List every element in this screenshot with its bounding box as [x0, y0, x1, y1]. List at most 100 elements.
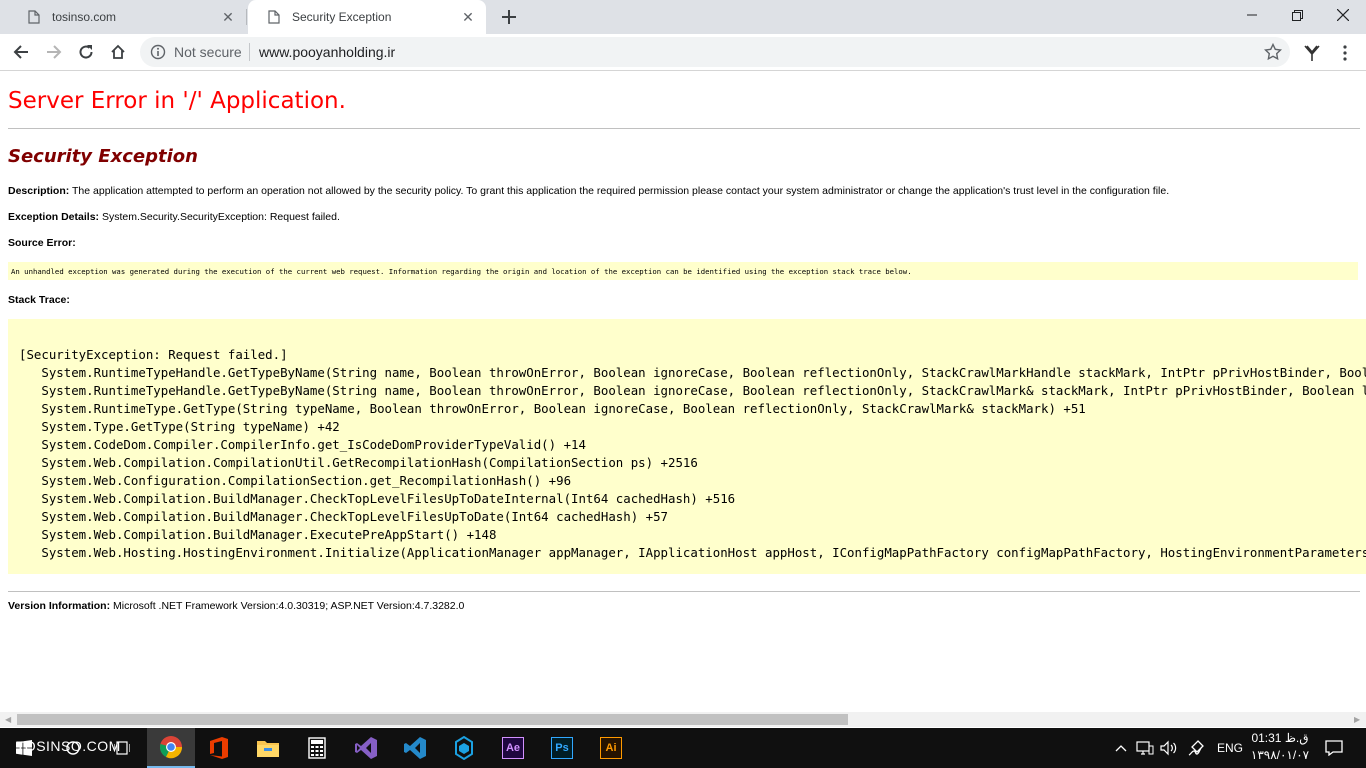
version-label: Version Information:: [8, 600, 111, 612]
tab-strip: tosinso.com ✕ Security Exception ✕: [0, 0, 1366, 34]
stack-trace-box: [SecurityException: Request failed.] Sys…: [8, 319, 1366, 574]
description-label: Description:: [8, 185, 70, 197]
stack-trace-line: System.RuntimeType.GetType(String typeNa…: [41, 401, 1086, 416]
page-icon: [266, 9, 282, 25]
show-hidden-icons-button[interactable]: [1110, 728, 1132, 768]
source-error-label: Source Error:: [8, 237, 76, 249]
clock-date: ۱۳۹۸/۰۱/۰۷: [1250, 748, 1310, 762]
stack-trace-line: System.Web.Configuration.CompilationSect…: [41, 473, 572, 488]
action-center-button[interactable]: [1318, 728, 1350, 768]
arrow-right-icon: [47, 45, 62, 59]
chevron-up-icon: [1115, 745, 1127, 752]
plus-icon: [502, 10, 516, 24]
tab-tosinso[interactable]: tosinso.com ✕: [8, 0, 246, 34]
illustrator-icon: Ai: [600, 737, 622, 759]
scroll-left-icon[interactable]: ◀: [5, 715, 11, 724]
stack-trace-heading: Stack Trace:: [8, 294, 70, 306]
stack-trace-line: System.CodeDom.Compiler.CompilerInfo.get…: [41, 437, 586, 452]
network-button[interactable]: [1133, 728, 1157, 768]
restore-icon: [1291, 9, 1303, 21]
speaker-icon: [1160, 740, 1177, 756]
restore-button[interactable]: [1274, 0, 1320, 30]
menu-button[interactable]: [1333, 42, 1357, 64]
tab-security-exception[interactable]: Security Exception ✕: [248, 0, 486, 34]
blend-icon: [455, 736, 473, 760]
scrollbar-thumb[interactable]: [17, 714, 848, 725]
photoshop-icon: Ps: [551, 737, 573, 759]
home-button[interactable]: [104, 38, 132, 66]
security-label[interactable]: Not secure: [174, 44, 242, 60]
back-button[interactable]: [7, 38, 35, 66]
stack-trace-line: System.RuntimeTypeHandle.GetTypeByName(S…: [41, 383, 1366, 398]
taskbar-calculator[interactable]: [293, 728, 341, 768]
exception-details: Exception Details: System.Security.Secur…: [8, 211, 340, 223]
new-tab-button[interactable]: [497, 5, 521, 29]
page-icon: [26, 9, 42, 25]
version-information: Version Information: Microsoft .NET Fram…: [8, 600, 464, 612]
taskbar-blend[interactable]: [440, 728, 488, 768]
task-view-button[interactable]: [98, 728, 146, 768]
stack-trace: [SecurityException: Request failed.] Sys…: [19, 346, 1366, 562]
file-explorer-icon: [257, 741, 279, 757]
taskbar-office[interactable]: [195, 728, 243, 768]
volume-button[interactable]: [1157, 728, 1181, 768]
minimize-button[interactable]: [1229, 0, 1275, 30]
pen-workspace-button[interactable]: [1183, 728, 1209, 768]
forward-button[interactable]: [40, 38, 68, 66]
taskbar-file-explorer[interactable]: [244, 728, 292, 768]
source-error-box: An unhandled exception was generated dur…: [8, 262, 1358, 280]
vscode-icon: [404, 737, 426, 759]
bookmark-star-icon[interactable]: [1264, 43, 1282, 61]
chrome-icon: [160, 736, 183, 759]
stack-trace-line: [SecurityException: Request failed.]: [19, 347, 288, 362]
language-indicator[interactable]: ENG: [1212, 728, 1248, 768]
reload-icon: [79, 45, 93, 59]
browser-toolbar: Not secure www.pooyanholding.ir: [0, 34, 1366, 71]
search-icon: [66, 741, 80, 755]
tab-title: tosinso.com: [52, 10, 117, 24]
taskbar-photoshop[interactable]: Ps: [538, 728, 586, 768]
page-title: Server Error in '/' Application.: [8, 88, 346, 114]
close-icon[interactable]: ✕: [460, 9, 476, 25]
taskbar-chrome[interactable]: [147, 728, 195, 768]
divider: [8, 591, 1360, 592]
stack-trace-line: System.Web.Compilation.BuildManager.Exec…: [41, 527, 497, 542]
exception-text: System.Security.SecurityException: Reque…: [101, 211, 340, 223]
clock[interactable]: 01:31 ق.ظ ۱۳۹۸/۰۱/۰۷: [1246, 730, 1314, 766]
exception-label: Exception Details:: [8, 211, 100, 223]
taskbar-illustrator[interactable]: Ai: [587, 728, 635, 768]
taskbar-after-effects[interactable]: Ae: [489, 728, 537, 768]
search-button[interactable]: [48, 728, 98, 768]
clock-time: 01:31 ق.ظ: [1251, 731, 1309, 745]
extension-icon[interactable]: [1300, 42, 1324, 64]
arrow-left-icon: [13, 45, 28, 59]
stack-trace-line: System.Type.GetType(String typeName) +42: [41, 419, 340, 434]
taskbar-vscode[interactable]: [391, 728, 439, 768]
taskbar: TOSINSO.COM Ae Ps Ai ENG 01:31 ق.ظ ۱۳۹۸/…: [0, 728, 1366, 768]
stack-trace-line: System.RuntimeTypeHandle.GetTypeByName(S…: [41, 365, 1366, 380]
stack-trace-line: System.Web.Hosting.HostingEnvironment.In…: [41, 545, 1366, 560]
more-vert-icon: [1343, 45, 1347, 61]
taskbar-visual-studio[interactable]: [342, 728, 390, 768]
tab-title: Security Exception: [292, 10, 392, 24]
close-icon[interactable]: ✕: [220, 9, 236, 25]
source-error: Source Error:: [8, 237, 76, 249]
info-icon[interactable]: [150, 44, 166, 60]
minimize-icon: [1247, 14, 1257, 16]
window-close-button[interactable]: [1320, 0, 1366, 30]
scroll-right-icon[interactable]: ▶: [1354, 715, 1360, 724]
stack-trace-label: Stack Trace:: [8, 294, 70, 306]
home-icon: [111, 44, 125, 59]
stack-trace-line: System.Web.Compilation.BuildManager.Chec…: [41, 491, 736, 506]
description-text: The application attempted to perform an …: [72, 185, 1170, 197]
office-icon: [210, 737, 228, 759]
divider: [249, 43, 250, 61]
stack-trace-line: System.Web.Compilation.BuildManager.Chec…: [41, 509, 669, 524]
address-bar[interactable]: Not secure www.pooyanholding.ir: [140, 37, 1290, 67]
horizontal-scrollbar[interactable]: ◀ ▶: [0, 712, 1366, 727]
description: Description: The application attempted t…: [8, 185, 1169, 197]
stack-trace-line: System.Web.Compilation.CompilationUtil.G…: [41, 455, 698, 470]
url-text[interactable]: www.pooyanholding.ir: [259, 44, 395, 60]
tab-divider: [246, 9, 247, 25]
reload-button[interactable]: [72, 38, 100, 66]
